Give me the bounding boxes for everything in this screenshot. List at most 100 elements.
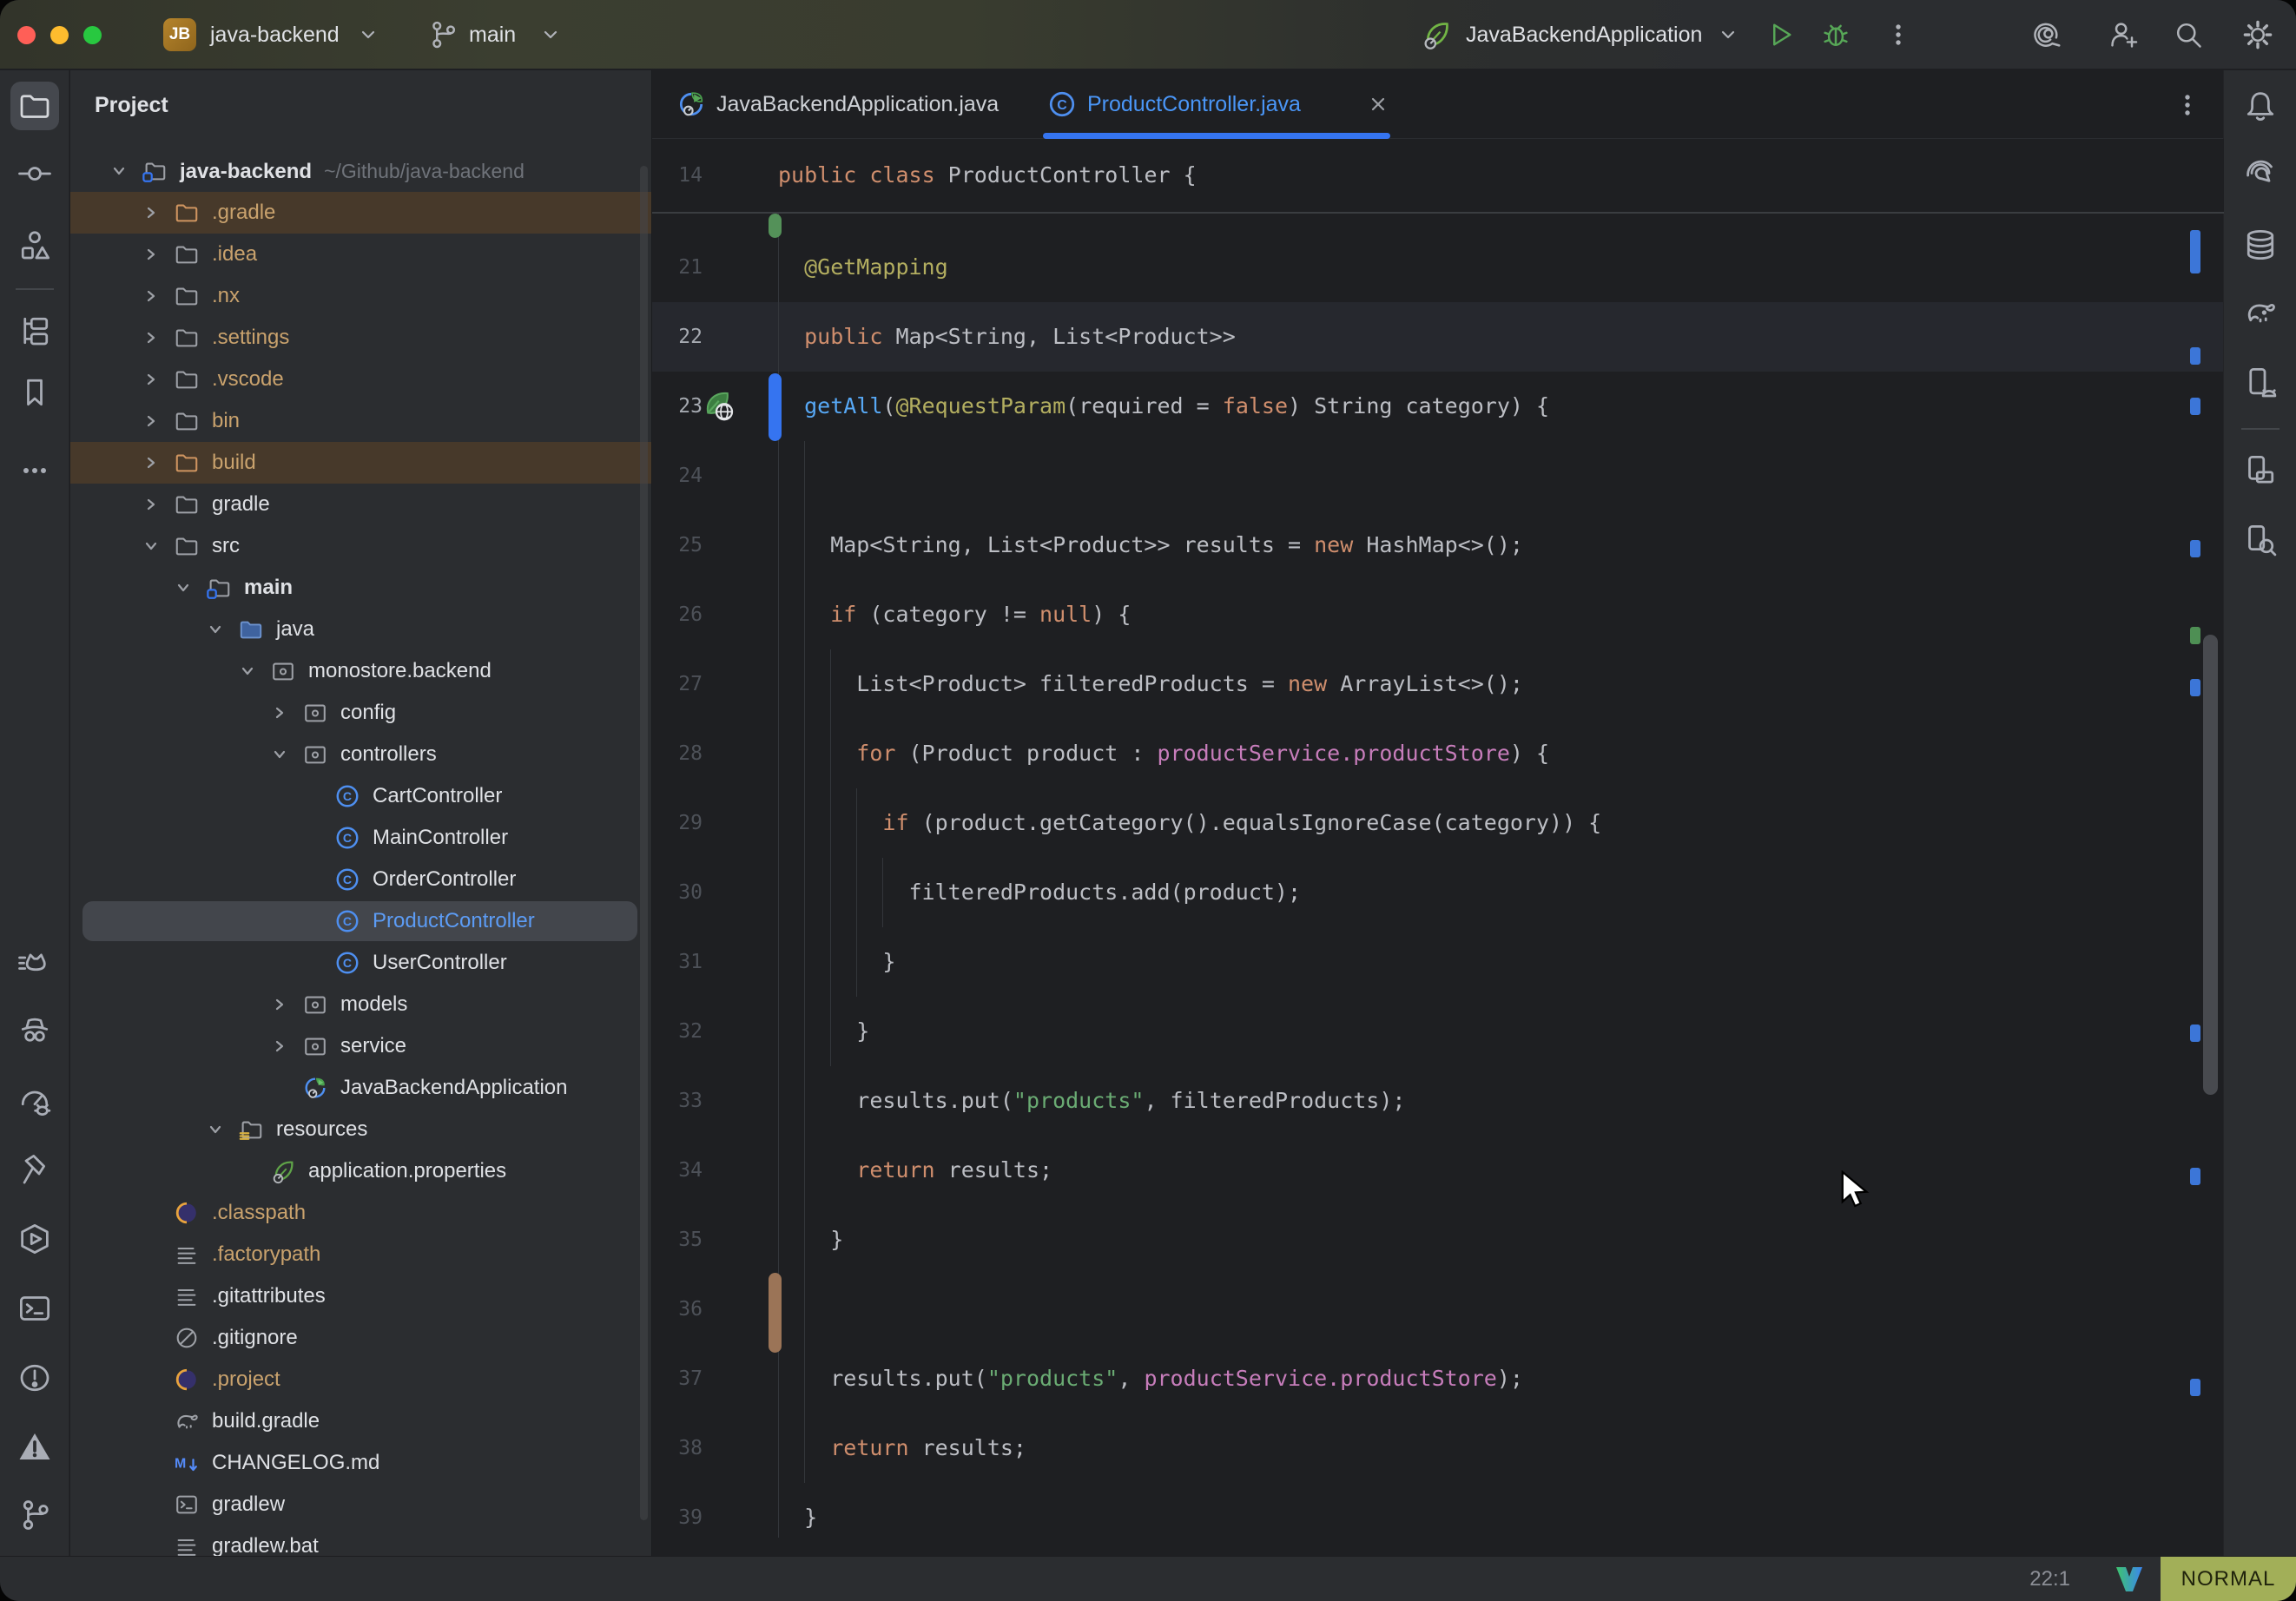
run-configuration[interactable]: JavaBackendApplication — [1466, 0, 1702, 69]
project-name[interactable]: java-backend — [210, 0, 340, 69]
tree-item-changelog-md[interactable]: MCHANGELOG.md — [70, 1442, 651, 1484]
more-horizontal-icon[interactable] — [10, 446, 59, 495]
caret-position[interactable]: 22:1 — [2029, 1557, 2070, 1601]
code-line-30[interactable]: 30filteredProducts.add(product); — [652, 858, 2224, 927]
code-line-31[interactable]: 31} — [652, 927, 2224, 997]
chevron-right-icon[interactable] — [142, 454, 160, 471]
chevron-down-icon[interactable] — [239, 662, 256, 680]
tree-item-gradlew-bat[interactable]: gradlew.bat — [70, 1525, 651, 1556]
close-tab-icon[interactable] — [1367, 93, 1389, 115]
hierarchy-icon[interactable] — [10, 306, 59, 355]
tree-item-src[interactable]: src — [70, 525, 651, 567]
tree-item-config[interactable]: config — [70, 692, 651, 734]
chevron-down-icon[interactable] — [110, 162, 128, 180]
run-button[interactable] — [1765, 19, 1796, 50]
tree-item--idea[interactable]: .idea — [70, 234, 651, 275]
more-actions-button[interactable] — [1883, 19, 1914, 50]
structure-icon[interactable] — [10, 221, 59, 269]
tree-item-usercontroller[interactable]: CUserController — [70, 942, 651, 984]
debug-button[interactable] — [1820, 19, 1851, 50]
tree-item--settings[interactable]: .settings — [70, 317, 651, 359]
tree-item--gitattributes[interactable]: .gitattributes — [70, 1275, 651, 1317]
chevron-down-icon[interactable] — [175, 579, 192, 596]
project-panel-title[interactable]: Project — [95, 82, 177, 128]
code-line-27[interactable]: 27List<Product> filteredProducts = new A… — [652, 649, 2224, 719]
speed-cat-icon[interactable] — [10, 938, 59, 986]
services-icon[interactable] — [10, 1215, 59, 1263]
incognito-icon[interactable] — [10, 1005, 59, 1054]
code-line-38[interactable]: 38return results; — [652, 1413, 2224, 1483]
tree-item--project[interactable]: .project — [70, 1359, 651, 1400]
tree-item--gradle[interactable]: .gradle — [70, 192, 651, 234]
git-branch-icon[interactable] — [10, 1491, 59, 1539]
code-line-28[interactable]: 28for (Product product : productService.… — [652, 719, 2224, 788]
ai-assistant-button[interactable] — [2034, 19, 2065, 50]
build-hammer-icon[interactable] — [10, 1145, 59, 1194]
chevron-down-icon[interactable] — [271, 746, 288, 763]
tree-item-gradlew[interactable]: gradlew — [70, 1484, 651, 1525]
chevron-down-icon[interactable] — [142, 537, 160, 555]
chevron-right-icon[interactable] — [142, 204, 160, 221]
chevron-down-icon[interactable] — [207, 621, 224, 638]
tree-item--gitignore[interactable]: .gitignore — [70, 1317, 651, 1359]
project-tree-scrollbar[interactable] — [640, 166, 648, 1520]
tree-item--classpath[interactable]: .classpath — [70, 1192, 651, 1234]
code-line-36[interactable]: 36 — [652, 1275, 2224, 1344]
editor-scrollbar[interactable] — [2203, 635, 2218, 1095]
vcs-change-marker-modified-whitespace[interactable] — [769, 1273, 782, 1353]
tab-more-actions-icon[interactable] — [2172, 89, 2203, 121]
code-line-24[interactable]: 24 — [652, 441, 2224, 511]
code-line-22[interactable]: 22public Map<String, List<Product>> — [652, 302, 2224, 372]
add-user-button[interactable] — [2108, 19, 2140, 50]
tree-item-cartcontroller[interactable]: CCartController — [70, 775, 651, 817]
device-explorer-icon[interactable] — [2236, 516, 2285, 564]
tree-item-javabackendapplication[interactable]: JavaBackendApplication — [70, 1067, 651, 1109]
code-line-23[interactable]: 23getAll(@RequestParam(required = false)… — [652, 372, 2224, 441]
branch-name[interactable]: main — [469, 0, 516, 69]
ai-chat-icon[interactable] — [2236, 151, 2285, 200]
code-line-39[interactable]: 39} — [652, 1483, 2224, 1552]
tree-item--nx[interactable]: .nx — [70, 275, 651, 317]
tree-item-java-backend[interactable]: java-backend~/Github/java-backend — [70, 150, 651, 192]
vcs-change-marker-added[interactable] — [769, 214, 782, 238]
vcs-change-marker-modified[interactable] — [769, 373, 782, 441]
code-line-25[interactable]: 25Map<String, List<Product>> results = n… — [652, 511, 2224, 580]
tree-item-models[interactable]: models — [70, 984, 651, 1025]
chevron-right-icon[interactable] — [142, 329, 160, 346]
chevron-right-icon[interactable] — [271, 1038, 288, 1055]
editor-tab-javabackendapplication-java[interactable]: JavaBackendApplication.java — [676, 70, 1024, 139]
chevron-right-icon[interactable] — [142, 412, 160, 430]
database-icon[interactable] — [2236, 221, 2285, 269]
minimize-window-button[interactable] — [50, 26, 69, 44]
chevron-right-icon[interactable] — [271, 996, 288, 1013]
close-window-button[interactable] — [17, 26, 36, 44]
code-line-32[interactable]: 32} — [652, 997, 2224, 1066]
terminal-icon[interactable] — [10, 1284, 59, 1333]
search-everywhere-button[interactable] — [2173, 19, 2204, 50]
commit-icon[interactable] — [10, 149, 59, 198]
code-line-21[interactable]: 21@GetMapping — [652, 233, 2224, 302]
tree-item-build[interactable]: build — [70, 442, 651, 484]
code-line-34[interactable]: 34return results; — [652, 1136, 2224, 1205]
gradle-icon[interactable] — [2236, 288, 2285, 337]
vim-icon[interactable] — [2115, 1566, 2143, 1592]
tree-item-controllers[interactable]: controllers — [70, 734, 651, 775]
code-line-33[interactable]: 33results.put("products", filteredProduc… — [652, 1066, 2224, 1136]
zoom-window-button[interactable] — [83, 26, 102, 44]
warnings-icon[interactable] — [10, 1422, 59, 1471]
tree-item-service[interactable]: service — [70, 1025, 651, 1067]
vim-mode-badge[interactable]: NORMAL — [2161, 1557, 2296, 1601]
tree-item--factorypath[interactable]: .factorypath — [70, 1234, 651, 1275]
problems-icon[interactable] — [10, 1354, 59, 1402]
tree-item-productcontroller[interactable]: CProductController — [70, 900, 651, 942]
chevron-right-icon[interactable] — [142, 371, 160, 388]
tree-item-monostore-backend[interactable]: monostore.backend — [70, 650, 651, 692]
editor-tab-productcontroller-java[interactable]: CProductController.java — [1047, 70, 1395, 139]
tree-item-bin[interactable]: bin — [70, 400, 651, 442]
tree-item-gradle[interactable]: gradle — [70, 484, 651, 525]
notifications-icon[interactable] — [2236, 82, 2285, 130]
code-line-26[interactable]: 26if (category != null) { — [652, 580, 2224, 649]
code-line-37[interactable]: 37results.put("products", productService… — [652, 1344, 2224, 1413]
tree-item-maincontroller[interactable]: CMainController — [70, 817, 651, 859]
code-line-35[interactable]: 35} — [652, 1205, 2224, 1275]
